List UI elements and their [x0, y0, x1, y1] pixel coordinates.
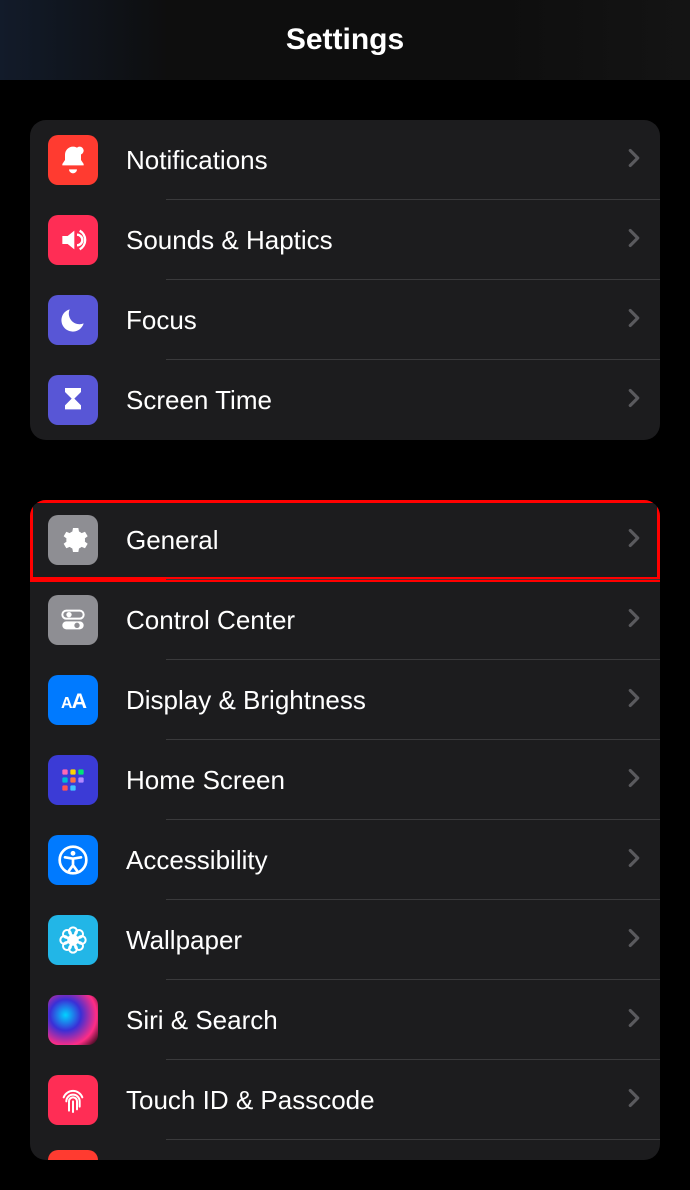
- homescreen-icon: [48, 755, 98, 805]
- chevron-right-icon: [626, 928, 642, 953]
- speaker-icon: [48, 215, 98, 265]
- row-siri-search[interactable]: Siri & Search: [30, 980, 660, 1060]
- chevron-right-icon: [626, 688, 642, 713]
- row-wallpaper[interactable]: Wallpaper: [30, 900, 660, 980]
- row-partial-next[interactable]: [30, 1140, 660, 1160]
- svg-text:A: A: [72, 689, 87, 713]
- group-general: General Control Center AA Display & Brig…: [30, 500, 660, 1160]
- chevron-right-icon: [626, 608, 642, 633]
- siri-icon: [48, 995, 98, 1045]
- row-label: Screen Time: [126, 385, 626, 416]
- row-label: Touch ID & Passcode: [126, 1085, 626, 1116]
- header: Settings: [0, 0, 690, 80]
- row-display-brightness[interactable]: AA Display & Brightness: [30, 660, 660, 740]
- row-label: Control Center: [126, 605, 626, 636]
- accessibility-icon: [48, 835, 98, 885]
- textsize-icon: AA: [48, 675, 98, 725]
- chevron-right-icon: [626, 768, 642, 793]
- page-title: Settings: [286, 23, 404, 57]
- row-label: Sounds & Haptics: [126, 225, 626, 256]
- hourglass-icon: [48, 375, 98, 425]
- row-label: Notifications: [126, 145, 626, 176]
- row-label: Siri & Search: [126, 1005, 626, 1036]
- gear-icon: [48, 515, 98, 565]
- row-focus[interactable]: Focus: [30, 280, 660, 360]
- settings-content: Notifications Sounds & Haptics Focus: [0, 80, 690, 1160]
- chevron-right-icon: [626, 228, 642, 253]
- row-notifications[interactable]: Notifications: [30, 120, 660, 200]
- row-screen-time[interactable]: Screen Time: [30, 360, 660, 440]
- chevron-right-icon: [626, 148, 642, 173]
- sos-icon: [48, 1150, 98, 1160]
- chevron-right-icon: [626, 528, 642, 553]
- chevron-right-icon: [626, 1088, 642, 1113]
- row-label: Accessibility: [126, 845, 626, 876]
- row-label: General: [126, 525, 626, 556]
- fingerprint-icon: [48, 1075, 98, 1125]
- row-general[interactable]: General: [30, 500, 660, 580]
- row-label: Wallpaper: [126, 925, 626, 956]
- chevron-right-icon: [626, 308, 642, 333]
- row-label: Focus: [126, 305, 626, 336]
- row-label: Home Screen: [126, 765, 626, 796]
- chevron-right-icon: [626, 848, 642, 873]
- chevron-right-icon: [626, 388, 642, 413]
- chevron-right-icon: [626, 1008, 642, 1033]
- row-touchid-passcode[interactable]: Touch ID & Passcode: [30, 1060, 660, 1140]
- row-label: Display & Brightness: [126, 685, 626, 716]
- group-notifications: Notifications Sounds & Haptics Focus: [30, 120, 660, 440]
- row-home-screen[interactable]: Home Screen: [30, 740, 660, 820]
- row-sounds-haptics[interactable]: Sounds & Haptics: [30, 200, 660, 280]
- row-accessibility[interactable]: Accessibility: [30, 820, 660, 900]
- moon-icon: [48, 295, 98, 345]
- flower-icon: [48, 915, 98, 965]
- bell-icon: [48, 135, 98, 185]
- row-control-center[interactable]: Control Center: [30, 580, 660, 660]
- toggles-icon: [48, 595, 98, 645]
